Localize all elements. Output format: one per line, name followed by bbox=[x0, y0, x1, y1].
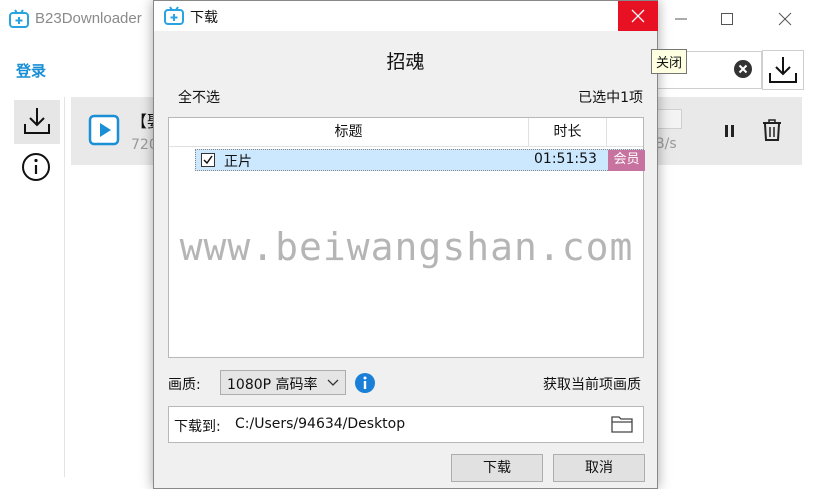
app-logo-icon bbox=[9, 9, 29, 28]
chevron-down-icon bbox=[327, 379, 339, 386]
download-icon bbox=[24, 108, 50, 134]
close-tooltip: 关闭 bbox=[651, 49, 688, 74]
video-title-heading: 招魂 bbox=[386, 51, 425, 73]
cancel-button[interactable]: 取消 bbox=[553, 454, 645, 482]
download-icon bbox=[769, 57, 797, 83]
app-close-button[interactable] bbox=[762, 0, 808, 38]
close-icon bbox=[631, 9, 645, 23]
dialog-title: 下载 bbox=[190, 10, 218, 26]
maximize-icon bbox=[721, 13, 733, 25]
task-speed: B/s bbox=[655, 136, 677, 152]
about-info-icon[interactable] bbox=[20, 151, 52, 183]
app-close-icon bbox=[778, 12, 792, 26]
deselect-all-link[interactable]: 全不选 bbox=[178, 87, 220, 107]
folder-icon[interactable] bbox=[611, 415, 633, 433]
episode-checkbox[interactable] bbox=[201, 153, 215, 167]
header-divider bbox=[169, 146, 643, 147]
dialog-close-button[interactable] bbox=[618, 1, 658, 31]
path-label: 下载到: bbox=[174, 419, 221, 435]
minimize-button[interactable] bbox=[658, 0, 704, 38]
sidebar-divider bbox=[64, 97, 65, 477]
app-logo-icon bbox=[164, 6, 184, 25]
dialog-titlebar: 下载 bbox=[154, 1, 658, 31]
delete-task-icon[interactable] bbox=[762, 119, 782, 141]
sidebar-downloads-button[interactable] bbox=[14, 100, 60, 144]
quality-value: 1080P 高码率 bbox=[227, 377, 318, 393]
episode-title: 正片 bbox=[224, 154, 252, 170]
column-header-title[interactable]: 标题 bbox=[169, 118, 529, 146]
start-download-button[interactable] bbox=[762, 50, 804, 90]
vip-badge: 会员 bbox=[608, 150, 645, 171]
quality-label: 画质: bbox=[168, 377, 201, 393]
download-path-box[interactable]: 下载到: C:/Users/94634/Desktop bbox=[168, 406, 644, 443]
episode-duration: 01:51:53 bbox=[534, 151, 597, 167]
app-title: B23Downloader bbox=[35, 10, 142, 27]
quality-info-icon[interactable] bbox=[354, 372, 376, 394]
minimize-icon bbox=[675, 18, 687, 20]
download-dialog: 下载 招魂 全不选 已选中1项 标题 时长 正片 01:51:53 会员 www… bbox=[153, 0, 658, 489]
get-quality-link[interactable]: 获取当前项画质 bbox=[543, 374, 641, 394]
task-progress-bar bbox=[654, 109, 682, 129]
quality-dropdown[interactable]: 1080P 高码率 bbox=[220, 370, 346, 395]
pause-icon[interactable] bbox=[724, 124, 736, 138]
clear-input-icon[interactable] bbox=[733, 59, 753, 79]
selected-count: 已选中1项 bbox=[578, 90, 643, 106]
maximize-button[interactable] bbox=[704, 0, 750, 38]
column-header-duration[interactable]: 时长 bbox=[529, 118, 607, 146]
episode-row[interactable]: 正片 01:51:53 会员 bbox=[195, 149, 645, 171]
path-value: C:/Users/94634/Desktop bbox=[235, 416, 406, 432]
column-header-badge bbox=[607, 118, 643, 146]
episode-list[interactable]: 标题 时长 正片 01:51:53 会员 bbox=[168, 117, 645, 358]
checkmark-icon bbox=[203, 155, 213, 165]
login-link[interactable]: 登录 bbox=[16, 60, 46, 81]
video-play-icon bbox=[88, 114, 120, 146]
download-button[interactable]: 下载 bbox=[451, 454, 543, 482]
